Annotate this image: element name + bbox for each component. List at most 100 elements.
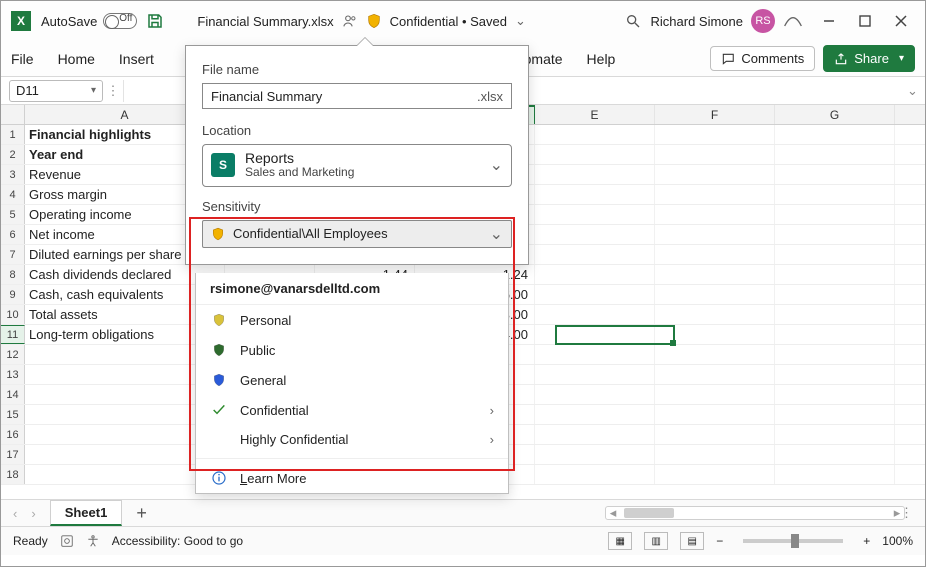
row-header[interactable]: 12 (1, 345, 25, 364)
horizontal-scrollbar[interactable]: ◂ ▸ (605, 506, 905, 520)
cell[interactable] (655, 305, 775, 324)
cell[interactable] (775, 205, 895, 224)
row-header[interactable]: 11 (1, 325, 25, 344)
scrollbar-thumb[interactable] (624, 508, 674, 518)
sensitivity-option[interactable]: Public (196, 335, 508, 365)
location-picker[interactable]: S Reports Sales and Marketing ⌄ (202, 144, 512, 187)
cell[interactable] (655, 465, 775, 484)
row-header[interactable]: 15 (1, 405, 25, 424)
cell[interactable] (535, 385, 655, 404)
cell[interactable] (535, 265, 655, 284)
row-header[interactable]: 7 (1, 245, 25, 264)
row-header[interactable]: 14 (1, 385, 25, 404)
cell[interactable] (535, 185, 655, 204)
cell[interactable] (655, 225, 775, 244)
close-button[interactable] (883, 3, 919, 39)
cell[interactable] (775, 185, 895, 204)
user-avatar[interactable]: RS (751, 9, 775, 33)
cell[interactable] (535, 285, 655, 304)
row-header[interactable]: 13 (1, 365, 25, 384)
cell[interactable] (775, 305, 895, 324)
chevron-down-icon[interactable]: ▾ (91, 85, 96, 96)
cell[interactable] (655, 445, 775, 464)
row-header[interactable]: 10 (1, 305, 25, 324)
zoom-out-button[interactable]: − (716, 534, 723, 548)
col-header-G[interactable]: G (775, 105, 895, 124)
cell[interactable] (535, 145, 655, 164)
zoom-in-button[interactable]: + (863, 534, 870, 548)
cell[interactable] (775, 445, 895, 464)
view-normal-icon[interactable]: ▦ (608, 532, 632, 550)
cell[interactable] (535, 125, 655, 144)
toggle-off-icon[interactable] (103, 13, 137, 29)
cell[interactable] (535, 245, 655, 264)
view-page-break-icon[interactable]: ▤ (680, 532, 704, 550)
cell[interactable] (655, 185, 775, 204)
cell[interactable] (655, 245, 775, 264)
cell[interactable] (775, 285, 895, 304)
col-header-F[interactable]: F (655, 105, 775, 124)
search-icon[interactable] (615, 3, 651, 39)
chevron-down-icon[interactable]: ⌄ (490, 155, 503, 175)
row-header[interactable]: 18 (1, 465, 25, 484)
title-document-area[interactable]: Financial Summary.xlsx Confidential • Sa… (197, 13, 526, 29)
row-header[interactable]: 1 (1, 125, 25, 144)
row-header[interactable]: 6 (1, 225, 25, 244)
cell[interactable] (655, 165, 775, 184)
chevron-down-icon[interactable]: ⌄ (515, 13, 526, 29)
tab-insert[interactable]: Insert (119, 51, 154, 67)
sheet-nav-next-icon[interactable]: › (31, 506, 35, 521)
save-icon[interactable] (143, 9, 167, 33)
view-page-layout-icon[interactable]: ▥ (644, 532, 668, 550)
row-header[interactable]: 3 (1, 165, 25, 184)
cell[interactable] (655, 385, 775, 404)
cell[interactable] (775, 325, 895, 344)
row-header[interactable]: 16 (1, 425, 25, 444)
cell[interactable] (535, 325, 655, 344)
cell[interactable] (775, 425, 895, 444)
row-header[interactable]: 5 (1, 205, 25, 224)
row-header[interactable]: 2 (1, 145, 25, 164)
cell[interactable] (775, 365, 895, 384)
cell[interactable] (655, 365, 775, 384)
chevron-down-icon[interactable]: ⌄ (490, 224, 503, 244)
select-all-corner[interactable] (1, 105, 25, 124)
tab-home[interactable]: Home (58, 51, 95, 67)
cell[interactable] (655, 345, 775, 364)
sensitivity-option[interactable]: General (196, 365, 508, 395)
sheet-tab-active[interactable]: Sheet1 (50, 500, 123, 526)
cell[interactable] (775, 345, 895, 364)
sensitivity-option[interactable]: Highly Confidential› (196, 425, 508, 454)
cell[interactable] (655, 405, 775, 424)
sensitivity-option[interactable]: Confidential› (196, 395, 508, 425)
cell[interactable] (655, 425, 775, 444)
cell[interactable] (535, 205, 655, 224)
sheet-nav-prev-icon[interactable]: ‹ (13, 506, 17, 521)
cell[interactable] (535, 305, 655, 324)
share-button[interactable]: Share ▾ (823, 45, 915, 72)
cell[interactable] (655, 325, 775, 344)
tab-help[interactable]: Help (587, 51, 616, 67)
accessibility-icon[interactable] (86, 534, 100, 548)
add-sheet-button[interactable]: + (136, 503, 147, 524)
sensitivity-select[interactable]: Confidential\All Employees ⌄ (202, 220, 512, 248)
cell[interactable] (655, 265, 775, 284)
learn-more-item[interactable]: Learn More (196, 463, 508, 493)
cell[interactable] (775, 385, 895, 404)
cell[interactable] (535, 365, 655, 384)
cell[interactable] (655, 205, 775, 224)
row-header[interactable]: 8 (1, 265, 25, 284)
macro-record-icon[interactable] (60, 534, 74, 548)
cell[interactable] (775, 145, 895, 164)
cell[interactable] (535, 225, 655, 244)
autosave-toggle[interactable]: AutoSave (41, 13, 137, 29)
file-name-input[interactable]: Financial Summary .xlsx (202, 83, 512, 109)
comments-button[interactable]: Comments (710, 46, 815, 71)
cell[interactable] (655, 145, 775, 164)
cell[interactable] (775, 465, 895, 484)
cell[interactable] (535, 345, 655, 364)
cell[interactable] (535, 405, 655, 424)
row-header[interactable]: 4 (1, 185, 25, 204)
cell[interactable] (775, 165, 895, 184)
cell[interactable] (775, 125, 895, 144)
